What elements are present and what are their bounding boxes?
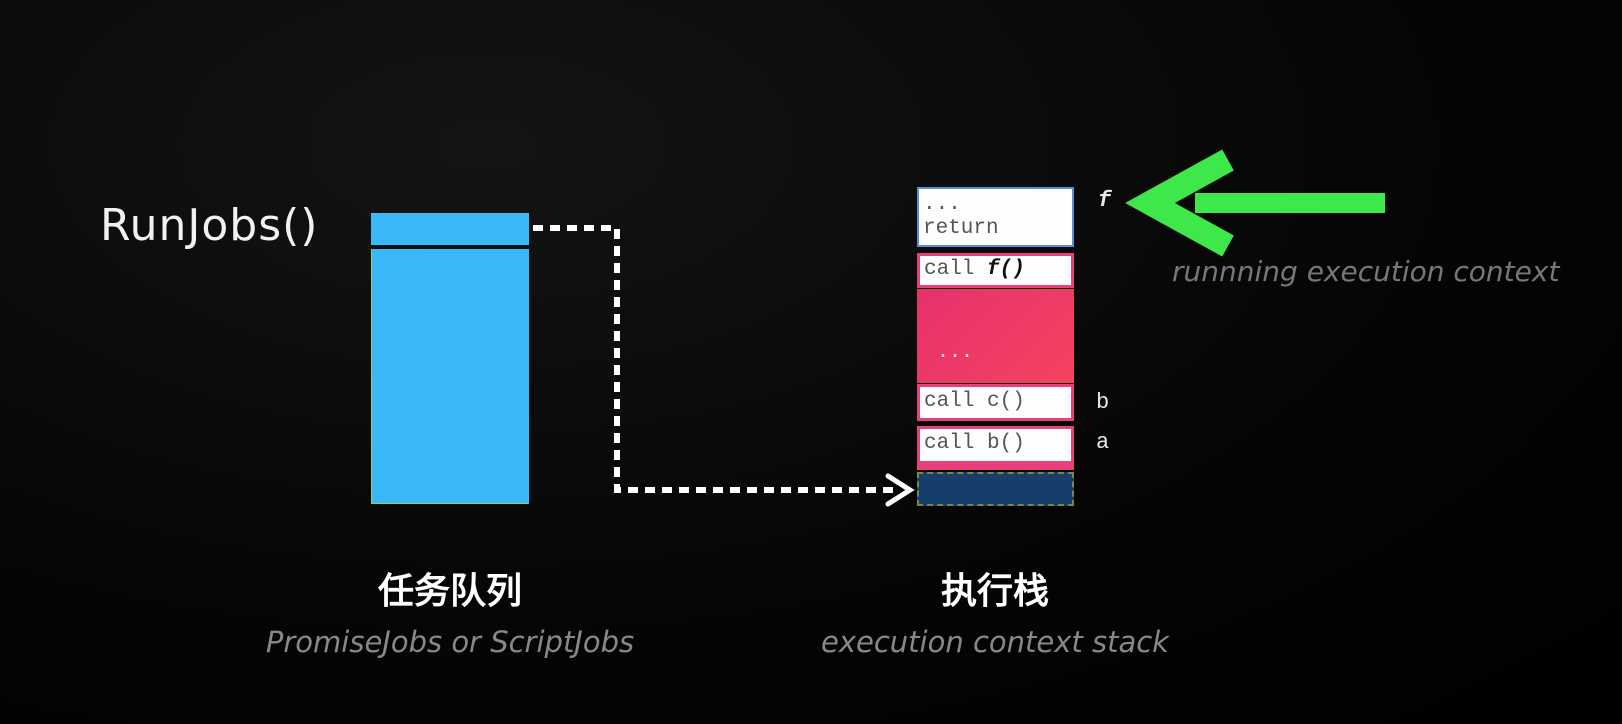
stack-title: 执行栈	[940, 571, 1049, 612]
dashed-connector	[533, 225, 895, 493]
task-queue-subtitle: PromiseJobs or ScriptJobs	[265, 625, 635, 659]
green-arrow-icon	[1125, 149, 1385, 257]
task-queue-title: 任务队列	[377, 571, 522, 612]
running-context-label: runnning execution context	[1172, 255, 1560, 288]
diagram-overlay	[533, 149, 1385, 507]
stack-subtitle: execution context stack	[821, 625, 1169, 659]
